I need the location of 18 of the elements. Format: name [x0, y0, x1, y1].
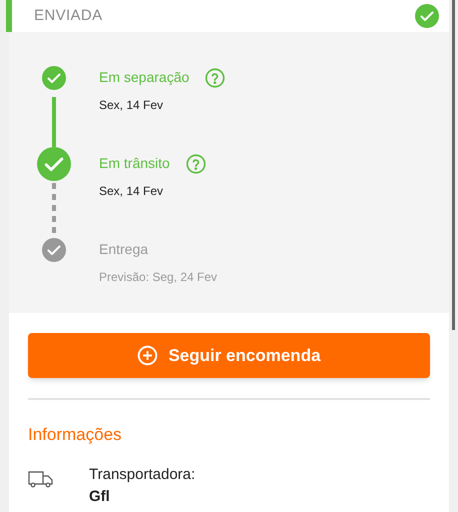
- timeline-connector: [52, 97, 56, 147]
- step-date: Previsão: Seg, 24 Fev: [99, 269, 218, 286]
- track-button[interactable]: Seguir encomenda: [28, 333, 430, 378]
- info-label: Transportadora:: [89, 464, 196, 484]
- truck-icon: [28, 470, 53, 488]
- info-value: Gfl: [89, 487, 111, 507]
- timeline-connector: [52, 183, 56, 233]
- scrollbar[interactable]: [452, 0, 455, 330]
- help-icon[interactable]: [186, 154, 206, 174]
- step-date: Sex, 14 Fev: [99, 97, 164, 114]
- step-date: Sex, 14 Fev: [99, 183, 164, 200]
- step-title: Em trânsito: [99, 154, 170, 173]
- step-title: Entrega: [99, 240, 148, 259]
- step-title: Em separação: [99, 68, 190, 87]
- status-label: ENVIADA: [34, 6, 102, 26]
- help-icon[interactable]: [205, 68, 226, 88]
- plus-circle-icon: [137, 345, 158, 366]
- section-title: Informações: [28, 424, 123, 446]
